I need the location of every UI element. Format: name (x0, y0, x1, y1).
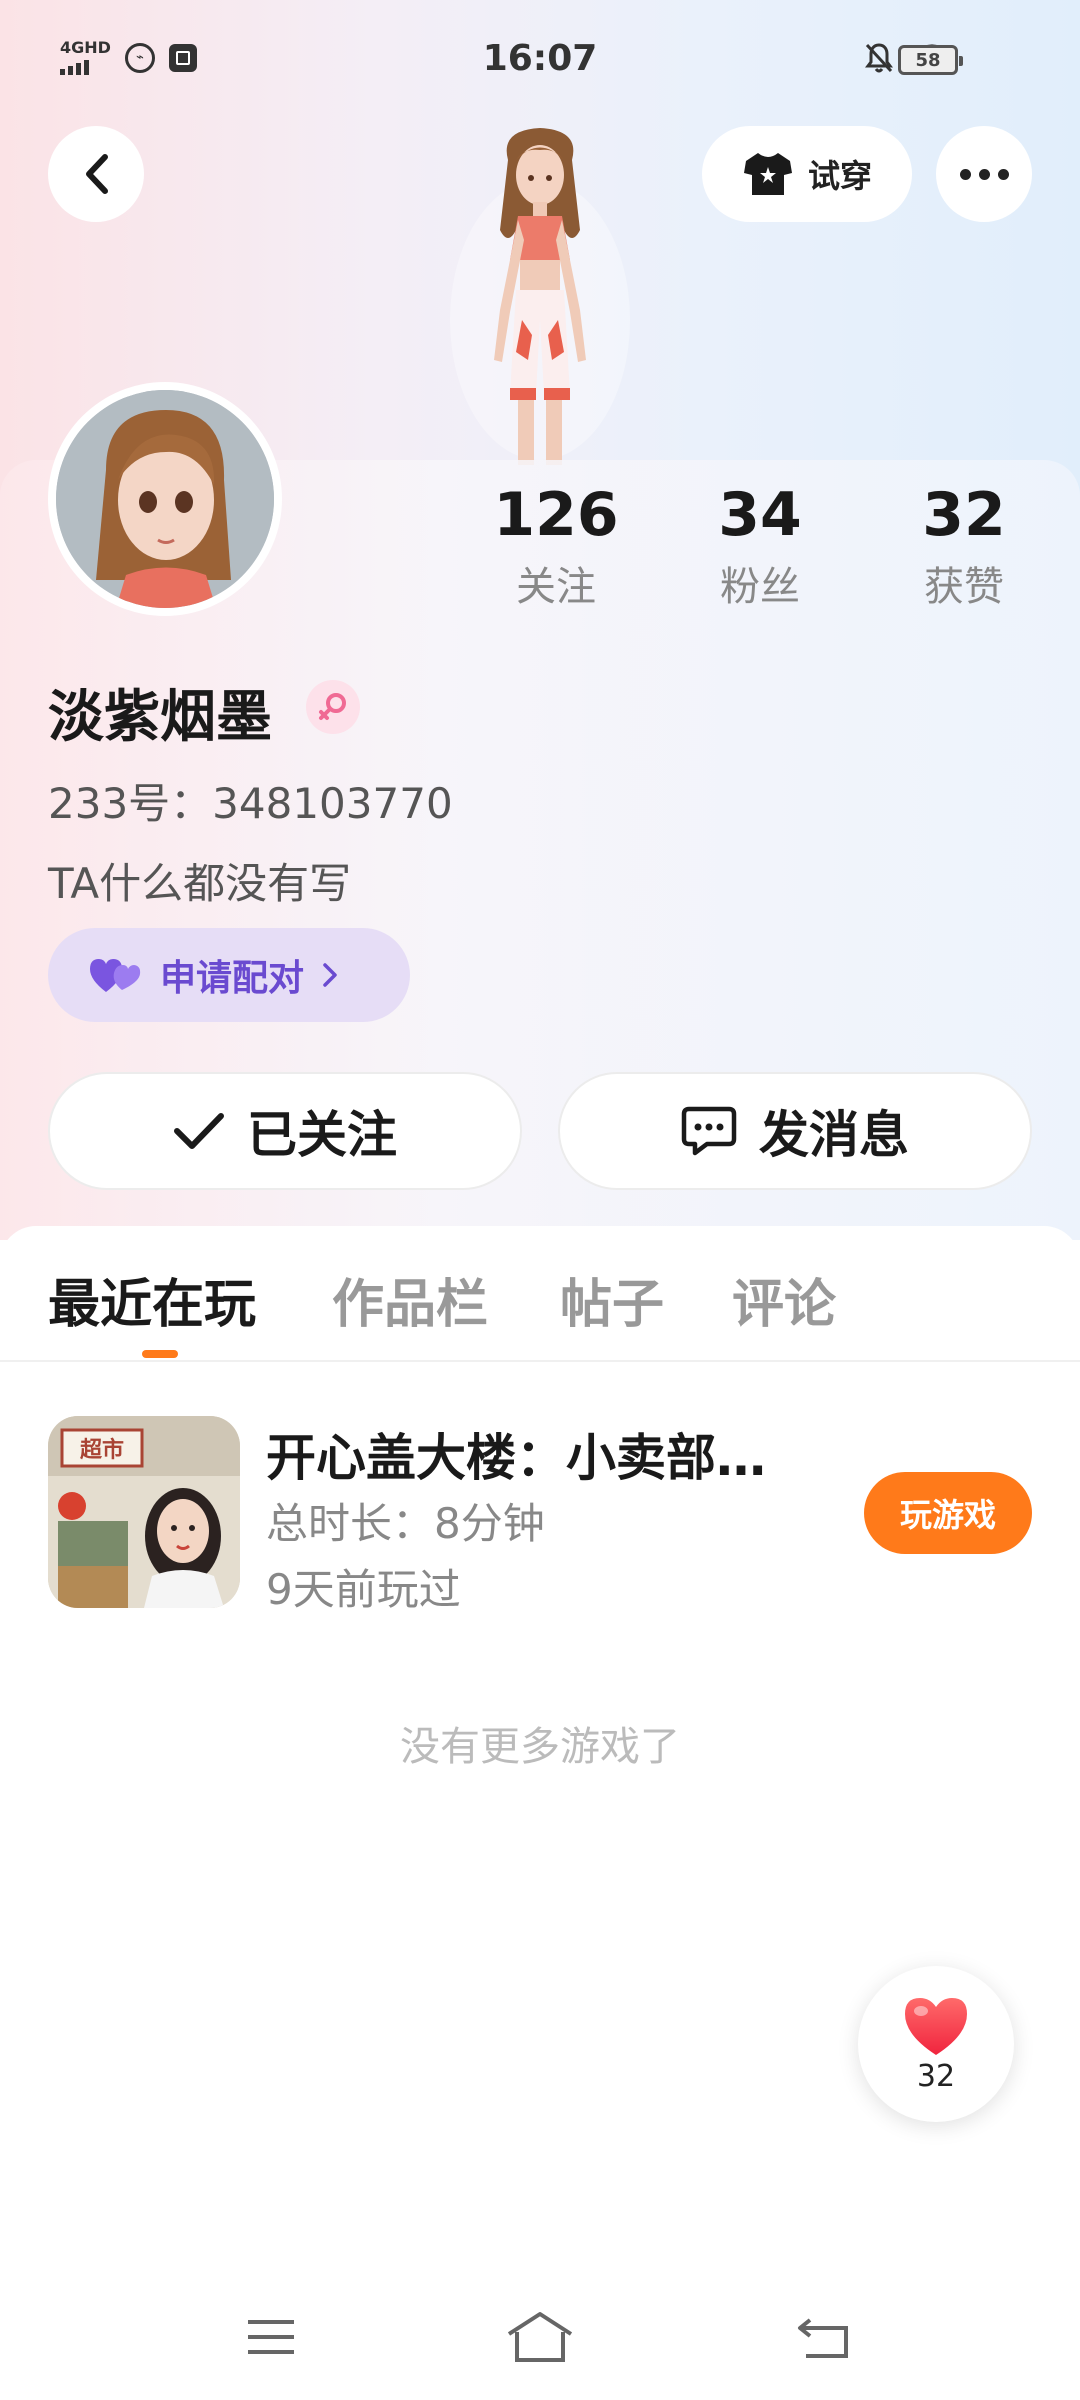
stat-value: 34 (718, 480, 802, 550)
request-pair-label: 申请配对 (160, 958, 305, 999)
user-bio: TA什么都没有写 (48, 859, 352, 908)
tab-posts[interactable]: 帖子 (560, 1262, 664, 1337)
stat-value: 126 (493, 480, 619, 550)
female-symbol-icon (319, 693, 346, 720)
send-message-label: 发消息 (759, 1106, 909, 1164)
try-on-label: 试穿 (807, 157, 872, 195)
mute-bell-icon (865, 43, 893, 73)
request-pair-button[interactable]: 申请配对 (48, 928, 410, 1022)
chat-bubble-icon (681, 1106, 737, 1156)
divider (0, 1360, 1080, 1362)
followed-label: 已关注 (247, 1106, 397, 1164)
active-tab-indicator (142, 1350, 178, 1358)
stat-fans[interactable]: 34 粉丝 (660, 480, 860, 612)
user-id: 233号：348103770 (48, 779, 453, 828)
avatar[interactable] (48, 382, 282, 616)
no-more-games-text: 没有更多游戏了 (400, 1724, 680, 1770)
dot-icon (997, 168, 1009, 180)
status-bar: 4GHD ⌁ 16:07 58 (0, 0, 1080, 120)
dot-icon (959, 168, 971, 180)
game-icon-image: 超市 (48, 1416, 240, 1608)
stat-label: 获赞 (924, 564, 1004, 610)
tab-works[interactable]: 作品栏 (332, 1262, 488, 1337)
female-gender-icon (306, 680, 360, 734)
user-name: 淡紫烟墨 (48, 685, 272, 750)
tab-comments[interactable]: 评论 (732, 1262, 836, 1337)
shirt-icon (743, 153, 792, 195)
stat-label: 粉丝 (720, 564, 800, 610)
menu-icon[interactable] (236, 2310, 306, 2364)
home-icon[interactable] (505, 2310, 575, 2364)
game-icon-sign: 超市 (80, 1437, 124, 1463)
avatar-image (56, 390, 274, 608)
avatar-3d-figure (450, 128, 630, 465)
game-title[interactable]: 开心盖大楼：小卖部… (266, 1418, 766, 1490)
battery-indicator: 58 (898, 45, 963, 75)
back-nav-icon[interactable] (790, 2310, 860, 2364)
chevron-left-icon (86, 154, 108, 194)
stat-label: 关注 (516, 564, 596, 610)
game-icon[interactable]: 超市 (48, 1416, 240, 1608)
followed-button[interactable]: 已关注 (48, 1072, 522, 1190)
system-nav-bar (0, 2290, 1080, 2380)
chevron-right-icon (323, 963, 337, 987)
dot-icon (978, 168, 990, 180)
stat-value: 32 (922, 480, 1006, 550)
like-button[interactable]: 32 (858, 1966, 1014, 2122)
heart-icon (905, 1997, 967, 2055)
content-panel (0, 1226, 1080, 2400)
game-duration: 总时长：8分钟 (266, 1499, 545, 1548)
back-button[interactable] (48, 126, 144, 222)
game-last-played: 9天前玩过 (266, 1565, 461, 1614)
double-heart-icon (90, 959, 141, 992)
more-options-button[interactable] (936, 126, 1032, 222)
send-message-button[interactable]: 发消息 (558, 1072, 1032, 1190)
stat-likes[interactable]: 32 获赞 (864, 480, 1064, 612)
try-on-button[interactable]: 试穿 (702, 126, 912, 222)
like-count: 32 (916, 2058, 956, 2094)
checkmark-icon (174, 1113, 224, 1149)
stat-following[interactable]: 126 关注 (456, 480, 656, 612)
play-game-button[interactable]: 玩游戏 (864, 1472, 1032, 1554)
tab-recently-played[interactable]: 最近在玩 (48, 1262, 256, 1337)
